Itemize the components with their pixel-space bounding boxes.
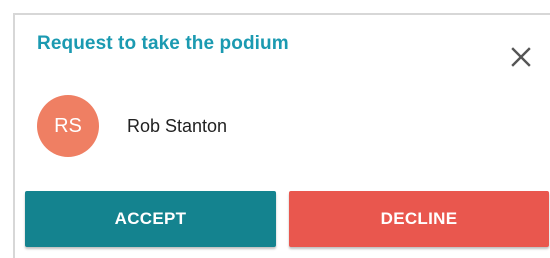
user-name: Rob Stanton: [127, 115, 228, 136]
close-button[interactable]: [509, 45, 533, 69]
accept-button[interactable]: ACCEPT: [25, 191, 276, 247]
dialog-title: Request to take the podium: [37, 33, 289, 54]
podium-request-dialog: Request to take the podium RS Rob Stanto…: [13, 13, 550, 258]
requesting-user: RS Rob Stanton: [37, 95, 227, 157]
avatar-initials: RS: [54, 114, 82, 137]
decline-button[interactable]: DECLINE: [289, 191, 549, 247]
avatar: RS: [37, 95, 99, 157]
close-icon: [511, 47, 531, 67]
